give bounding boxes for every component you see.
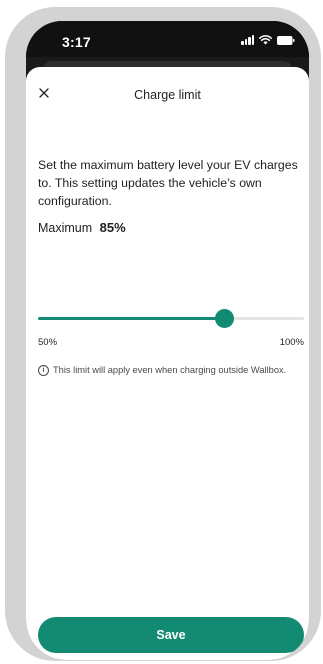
- status-time: 3:17: [62, 34, 91, 50]
- info-icon: i: [38, 365, 49, 376]
- phone-screen: 3:17 Charge limit Set the maximum batter…: [26, 21, 309, 660]
- slider-min-label: 50%: [38, 337, 58, 348]
- charge-limit-sheet: Charge limit Set the maximum battery lev…: [26, 67, 309, 660]
- status-bar: 3:17: [26, 21, 309, 57]
- slider-fill: [38, 317, 225, 320]
- signal-icon: [241, 35, 254, 45]
- sheet-title: Charge limit: [134, 88, 201, 102]
- slider-thumb[interactable]: [214, 309, 234, 328]
- sheet-header: Charge limit: [26, 67, 309, 119]
- info-text: This limit will apply even when charging…: [53, 365, 287, 375]
- wifi-icon: [259, 35, 272, 45]
- description-text: Set the maximum battery level your EV ch…: [38, 158, 298, 208]
- battery-icon: [277, 36, 295, 45]
- maximum-value: 85%: [99, 220, 126, 235]
- save-button[interactable]: Save: [38, 617, 304, 653]
- status-icons: [241, 35, 295, 45]
- maximum-label: Maximum: [38, 221, 93, 235]
- maximum-row: Maximum 85%: [38, 220, 126, 235]
- slider-max-label: 100%: [279, 337, 304, 348]
- info-note: i This limit will apply even when chargi…: [38, 364, 304, 377]
- charge-limit-slider[interactable]: [38, 307, 304, 331]
